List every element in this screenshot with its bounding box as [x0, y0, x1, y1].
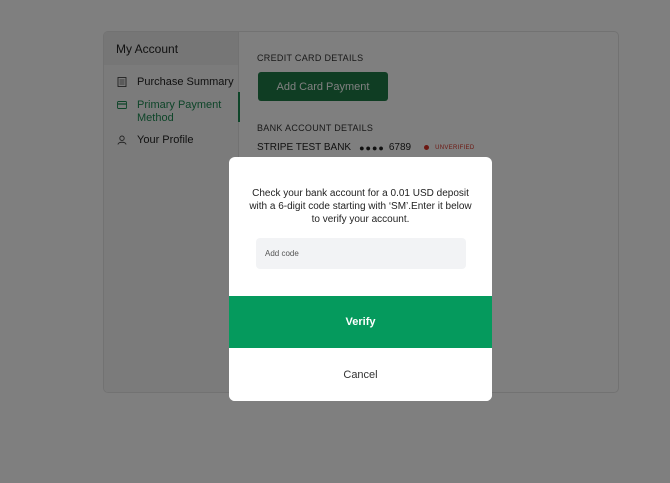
- verify-bank-dialog: Check your bank account for a 0.01 USD d…: [229, 157, 492, 401]
- verify-button[interactable]: Verify: [229, 296, 492, 348]
- cancel-button[interactable]: Cancel: [229, 348, 492, 401]
- verify-instructions: Check your bank account for a 0.01 USD d…: [249, 188, 472, 225]
- verification-code-input[interactable]: [256, 238, 466, 269]
